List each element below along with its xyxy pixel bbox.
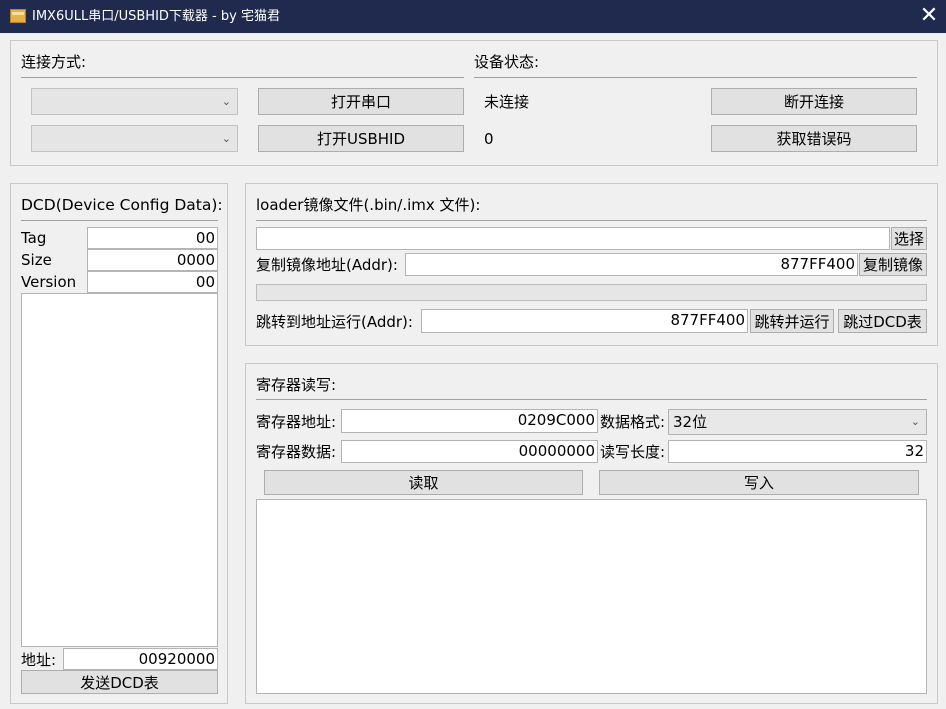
title-bar: IMX6ULL串口/USBHID下载器 - by 宅猫君 ✕ bbox=[0, 0, 946, 33]
dcd-address-label: 地址: bbox=[21, 651, 57, 669]
chevron-down-icon: ⌄ bbox=[910, 415, 920, 428]
dcd-tag-field[interactable]: 00 bbox=[87, 227, 218, 249]
copy-progress-bar bbox=[256, 284, 927, 301]
dcd-tag-label: Tag bbox=[21, 229, 47, 247]
open-serial-button[interactable]: 打开串口 bbox=[258, 88, 464, 115]
chevron-down-icon: ⌄ bbox=[221, 94, 231, 108]
data-format-label: 数据格式: bbox=[600, 413, 666, 431]
register-addr-field[interactable]: 0209C000 bbox=[341, 409, 598, 433]
device-section-label: 设备状态: bbox=[474, 53, 540, 71]
get-error-code-button[interactable]: 获取错误码 bbox=[711, 125, 917, 152]
copy-image-button[interactable]: 复制镜像 bbox=[859, 253, 927, 276]
rw-length-field[interactable]: 32 bbox=[668, 440, 927, 463]
data-format-value: 32位 bbox=[673, 413, 708, 431]
register-output-textarea[interactable] bbox=[256, 499, 927, 694]
dcd-address-field[interactable]: 00920000 bbox=[63, 648, 218, 670]
app-folder-icon bbox=[10, 9, 26, 23]
dcd-data-textarea[interactable] bbox=[21, 293, 218, 647]
loader-divider bbox=[256, 220, 927, 221]
dcd-size-label: Size bbox=[21, 251, 52, 269]
register-section-label: 寄存器读写: bbox=[256, 376, 337, 394]
chevron-down-icon: ⌄ bbox=[221, 131, 231, 145]
connection-section-label: 连接方式: bbox=[21, 53, 87, 71]
dcd-version-label: Version bbox=[21, 273, 77, 291]
send-dcd-button[interactable]: 发送DCD表 bbox=[21, 670, 218, 694]
jump-run-button[interactable]: 跳转并运行 bbox=[750, 309, 834, 333]
usbhid-select[interactable]: ⌄ bbox=[31, 125, 238, 152]
jump-addr-field[interactable]: 877FF400 bbox=[421, 309, 748, 333]
register-data-label: 寄存器数据: bbox=[256, 443, 337, 461]
loader-file-path-field[interactable] bbox=[256, 227, 890, 250]
device-status-value: 未连接 bbox=[484, 93, 530, 111]
read-button[interactable]: 读取 bbox=[264, 470, 583, 495]
copy-addr-field[interactable]: 877FF400 bbox=[405, 253, 858, 276]
rw-length-label: 读写长度: bbox=[600, 443, 666, 461]
data-format-select[interactable]: 32位 ⌄ bbox=[668, 409, 927, 435]
skip-dcd-button[interactable]: 跳过DCD表 bbox=[838, 309, 927, 333]
error-code-value: 0 bbox=[484, 130, 494, 148]
jump-addr-label: 跳转到地址运行(Addr): bbox=[256, 313, 413, 331]
device-divider bbox=[474, 77, 917, 78]
disconnect-button[interactable]: 断开连接 bbox=[711, 88, 917, 115]
write-button[interactable]: 写入 bbox=[599, 470, 919, 495]
register-data-field[interactable]: 00000000 bbox=[341, 440, 598, 463]
serial-port-select[interactable]: ⌄ bbox=[31, 88, 238, 115]
close-button[interactable]: ✕ bbox=[912, 0, 946, 33]
open-usbhid-button[interactable]: 打开USBHID bbox=[258, 125, 464, 152]
choose-file-button[interactable]: 选择 bbox=[891, 227, 927, 250]
loader-section-label: loader镜像文件(.bin/.imx 文件): bbox=[256, 196, 481, 214]
register-divider bbox=[256, 399, 927, 400]
dcd-version-field[interactable]: 00 bbox=[87, 271, 218, 293]
connection-divider bbox=[21, 77, 464, 78]
register-addr-label: 寄存器地址: bbox=[256, 413, 337, 431]
dcd-size-field[interactable]: 0000 bbox=[87, 249, 218, 271]
window-title: IMX6ULL串口/USBHID下载器 - by 宅猫君 bbox=[32, 9, 280, 24]
dcd-divider bbox=[21, 220, 218, 221]
dcd-section-label: DCD(Device Config Data): bbox=[21, 196, 223, 214]
copy-addr-label: 复制镜像地址(Addr): bbox=[256, 256, 398, 274]
